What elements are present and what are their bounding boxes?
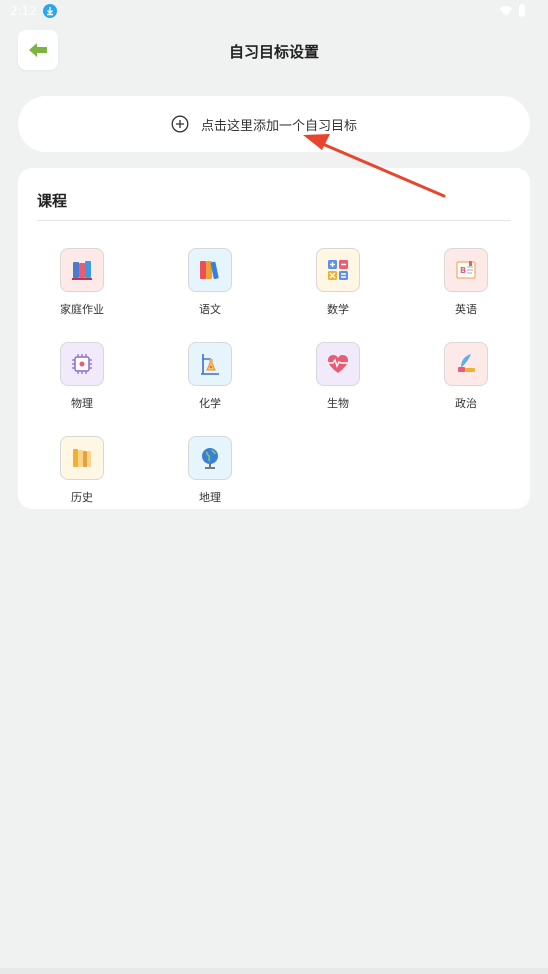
add-goal-button[interactable]: 点击这里添加一个自习目标 <box>18 96 530 152</box>
history-scroll-icon <box>60 436 104 480</box>
course-item-geography[interactable]: 地理 <box>146 436 274 511</box>
course-label: 英语 <box>455 303 477 316</box>
course-item-chinese[interactable]: 语文 <box>146 248 274 323</box>
battery-icon <box>519 4 525 17</box>
course-label: 地理 <box>199 491 221 504</box>
header: 自习目标设置 <box>0 30 548 72</box>
course-card: 课程 家庭作业 语文 数学 B 英语 物理 化学 生物 政治 历史 地理 <box>18 168 530 509</box>
physics-chip-icon <box>60 342 104 386</box>
course-grid: 家庭作业 语文 数学 B 英语 物理 化学 生物 政治 历史 地理 <box>18 248 530 511</box>
course-label: 政治 <box>455 397 477 410</box>
course-label: 物理 <box>71 397 93 410</box>
course-label: 语文 <box>199 303 221 316</box>
add-goal-label: 点击这里添加一个自习目标 <box>200 118 357 134</box>
course-item-english[interactable]: B 英语 <box>402 248 530 323</box>
download-icon <box>42 4 57 18</box>
course-label: 化学 <box>199 397 221 410</box>
course-heading: 课程 <box>37 192 68 210</box>
homework-books-icon <box>60 248 104 292</box>
course-item-homework[interactable]: 家庭作业 <box>18 248 146 323</box>
course-item-biology[interactable]: 生物 <box>274 342 402 417</box>
wifi-icon <box>499 5 513 16</box>
status-time: 2:12 <box>10 4 37 18</box>
course-item-physics[interactable]: 物理 <box>18 342 146 417</box>
bottom-gesture-bar <box>0 968 548 974</box>
course-item-politics[interactable]: 政治 <box>402 342 530 417</box>
course-item-history[interactable]: 历史 <box>18 436 146 511</box>
biology-heart-icon <box>316 342 360 386</box>
politics-quill-icon <box>444 342 488 386</box>
divider <box>37 220 511 221</box>
course-item-math[interactable]: 数学 <box>274 248 402 323</box>
english-book-icon: B <box>444 248 488 292</box>
page-title: 自习目标设置 <box>228 43 319 61</box>
course-label: 家庭作业 <box>60 303 104 316</box>
course-item-chemistry[interactable]: 化学 <box>146 342 274 417</box>
math-calculator-icon <box>316 248 360 292</box>
course-label: 数学 <box>327 303 349 316</box>
chemistry-flask-icon <box>188 342 232 386</box>
plus-circle-icon <box>171 115 189 133</box>
chinese-books-icon <box>188 248 232 292</box>
course-label: 历史 <box>71 491 93 504</box>
svg-text:B: B <box>460 266 466 275</box>
geography-globe-icon <box>188 436 232 480</box>
status-bar: 2:12 <box>0 0 548 22</box>
course-label: 生物 <box>327 397 349 410</box>
